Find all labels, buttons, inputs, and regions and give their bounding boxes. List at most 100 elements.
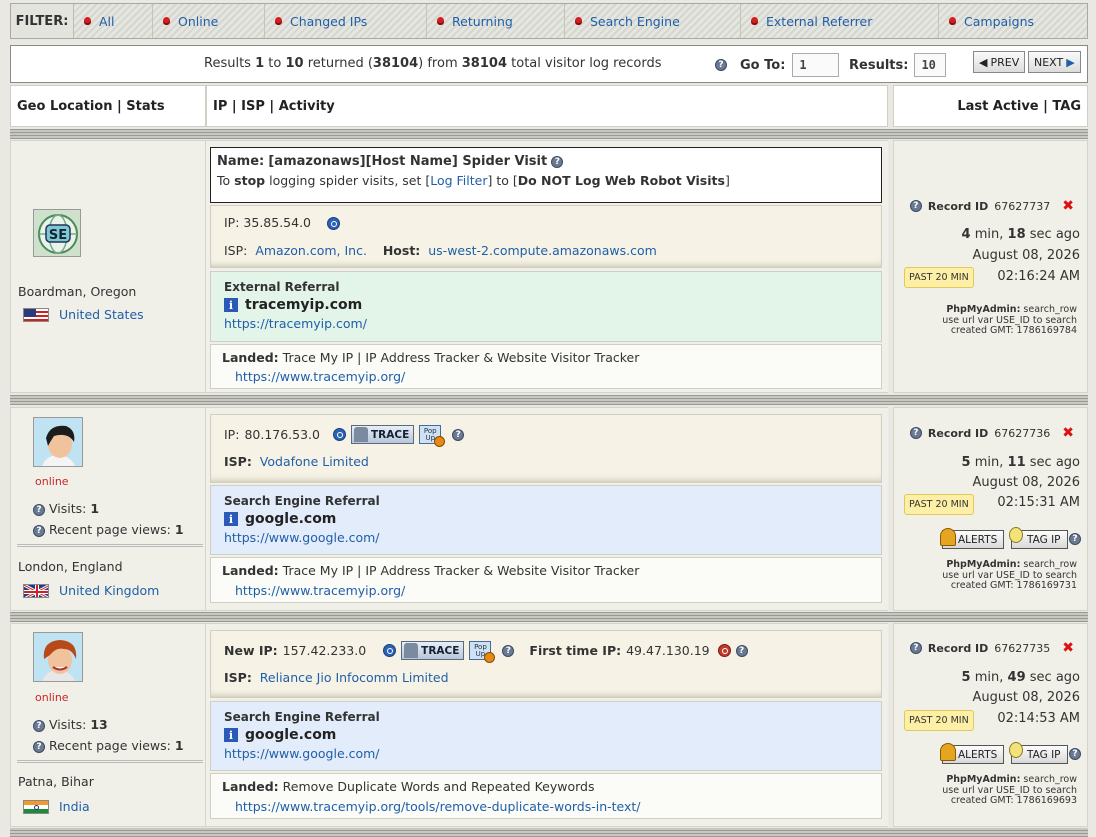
- help-icon[interactable]: ?: [33, 524, 45, 537]
- ip-label: IP:: [224, 215, 240, 230]
- landed-url[interactable]: https://www.tracemyip.org/: [235, 583, 405, 598]
- alerts-button[interactable]: ALERTS: [940, 743, 1005, 764]
- visitor-row: online ? Visits: 1 ? Recent page views: …: [10, 407, 1088, 611]
- alerts-button[interactable]: ALERTS: [940, 528, 1005, 549]
- referral-domain: google.com: [245, 727, 337, 743]
- visitor-avatar[interactable]: [33, 632, 83, 682]
- spider-name: [amazonaws][Host Name] Spider Visit: [268, 154, 548, 169]
- php-created: created GMT: 1786169784: [950, 325, 1077, 336]
- filter-search-engine[interactable]: Search Engine: [565, 4, 741, 38]
- trace-button[interactable]: TRACE: [401, 641, 465, 660]
- country-link[interactable]: United States: [59, 307, 144, 322]
- isp-link[interactable]: Amazon.com, Inc.: [255, 243, 367, 258]
- magnifier-icon[interactable]: [327, 217, 340, 230]
- isp-link[interactable]: Reliance Jio Infocomm Limited: [260, 670, 449, 685]
- last-active-cell: ? Record ID 67627737 ✖ 4 min, 18 sec ago Au…: [893, 140, 1088, 393]
- php-created: created GMT: 1786169731: [950, 580, 1077, 591]
- next-button[interactable]: NEXT ▶: [1028, 51, 1081, 73]
- visits-label: Visits:: [48, 717, 87, 732]
- help-icon[interactable]: ?: [735, 644, 748, 657]
- help-icon[interactable]: ?: [33, 740, 45, 753]
- popup-label: Pop Up: [474, 642, 487, 658]
- notice-text: ] to [: [487, 173, 518, 188]
- filter-online[interactable]: Online: [153, 4, 265, 38]
- visitor-avatar[interactable]: [33, 417, 83, 467]
- results-per-page-input[interactable]: 10: [914, 53, 947, 77]
- filter-all-label: All: [99, 13, 115, 29]
- magnifier-icon[interactable]: [332, 428, 346, 441]
- past-20-min-badge: PAST 20 MIN: [904, 710, 974, 731]
- info-icon[interactable]: i: [224, 512, 238, 526]
- referral-url[interactable]: https://www.google.com/: [224, 746, 380, 761]
- page-views-stat: ? Recent page views: 1: [33, 522, 184, 537]
- help-icon[interactable]: ?: [1069, 748, 1081, 760]
- filter-search-engine-label: Search Engine: [590, 13, 680, 29]
- results-summary: Results 1 to 10 returned (38104) from 38…: [204, 56, 661, 71]
- magnifier-icon[interactable]: [383, 644, 397, 657]
- results-bar: Results 1 to 10 returned (38104) from 38…: [10, 45, 1088, 83]
- filter-all[interactable]: All: [74, 4, 153, 38]
- help-icon[interactable]: ?: [452, 428, 465, 441]
- filter-campaigns-label: Campaigns: [964, 13, 1035, 29]
- time-ago: 4 min, 18 sec ago: [962, 227, 1080, 242]
- time-ago: 5 min, 11 sec ago: [962, 455, 1080, 470]
- help-icon[interactable]: ?: [909, 200, 922, 212]
- help-icon[interactable]: ?: [715, 59, 727, 71]
- trace-person-icon: [404, 643, 419, 658]
- popup-button[interactable]: Pop Up: [469, 641, 496, 663]
- country-link[interactable]: India: [59, 799, 90, 814]
- country[interactable]: United States: [23, 307, 144, 322]
- delete-icon[interactable]: ✖: [1062, 198, 1074, 214]
- isp-link[interactable]: Vodafone Limited: [260, 454, 369, 469]
- filter-external-referrer[interactable]: External Referrer: [741, 4, 939, 38]
- filter-returning[interactable]: Returning: [427, 4, 565, 38]
- landed-title: Trace My IP | IP Address Tracker & Websi…: [282, 350, 640, 365]
- help-icon[interactable]: ?: [909, 642, 922, 654]
- results-to: 10: [285, 56, 304, 71]
- help-icon[interactable]: ?: [909, 427, 922, 439]
- online-status: online: [35, 475, 69, 488]
- record-label: Record ID: [927, 641, 989, 655]
- referral-url[interactable]: https://www.google.com/: [224, 530, 380, 545]
- us-flag-icon: [23, 307, 49, 322]
- magnifier-icon[interactable]: [717, 644, 731, 657]
- delete-icon[interactable]: ✖: [1062, 425, 1074, 441]
- row-separator: [10, 612, 1088, 622]
- help-icon[interactable]: ?: [551, 155, 564, 168]
- notice-text: ]: [724, 173, 730, 188]
- landed-box: Landed: Trace My IP | IP Address Tracker…: [210, 344, 882, 389]
- activity-cell: Name: [amazonaws][Host Name] Spider Visi…: [206, 140, 888, 393]
- country-link[interactable]: United Kingdom: [59, 583, 159, 598]
- record-id: ? Record ID 67627736 ✖: [909, 425, 1074, 441]
- country[interactable]: India: [23, 799, 90, 814]
- row-separator: [10, 828, 1088, 837]
- tag-ip-button[interactable]: TAG IP: [1009, 527, 1068, 549]
- record-id-value: 67627735: [994, 641, 1051, 655]
- popup-button[interactable]: Pop Up: [419, 425, 446, 447]
- referral-type: External Referral: [224, 280, 340, 294]
- goto-input[interactable]: 1: [792, 53, 840, 77]
- info-icon[interactable]: i: [224, 298, 238, 312]
- help-icon[interactable]: ?: [33, 719, 45, 732]
- help-icon[interactable]: ?: [1069, 533, 1081, 545]
- landed-title: Remove Duplicate Words and Repeated Keyw…: [282, 779, 595, 794]
- prev-button[interactable]: ◀ PREV: [973, 51, 1026, 73]
- filter-changed-ips[interactable]: Changed IPs: [265, 4, 427, 38]
- online-status: online: [35, 691, 69, 704]
- info-icon[interactable]: i: [224, 728, 238, 742]
- host-link[interactable]: us-west-2.compute.amazonaws.com: [428, 243, 657, 258]
- help-icon[interactable]: ?: [33, 503, 45, 516]
- search-engine-spider-icon[interactable]: SE: [33, 209, 81, 257]
- landed-url[interactable]: https://www.tracemyip.org/: [235, 369, 405, 384]
- trace-button[interactable]: TRACE: [350, 425, 415, 444]
- country[interactable]: United Kingdom: [23, 583, 159, 598]
- landed-url[interactable]: https://www.tracemyip.org/tools/remove-d…: [235, 799, 641, 814]
- help-icon[interactable]: ?: [502, 644, 515, 657]
- filter-campaigns[interactable]: Campaigns: [939, 4, 1087, 38]
- page-views-stat: ? Recent page views: 1: [33, 738, 184, 753]
- isp-label: ISP:: [224, 243, 248, 258]
- tag-ip-button[interactable]: TAG IP: [1009, 742, 1068, 764]
- log-filter-link[interactable]: Log Filter: [430, 173, 487, 188]
- referral-url[interactable]: https://tracemyip.com/: [224, 316, 367, 331]
- delete-icon[interactable]: ✖: [1062, 640, 1074, 656]
